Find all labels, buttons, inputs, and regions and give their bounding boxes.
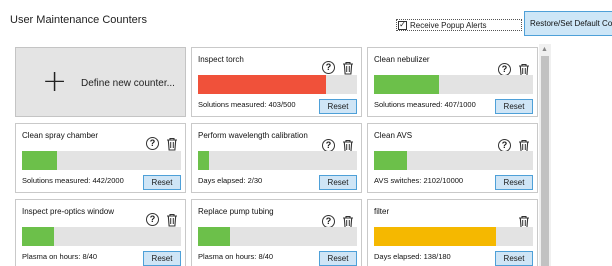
progress-bar [374, 151, 533, 170]
counter-status: Solutions measured: 403/500 [198, 100, 296, 109]
progress-bar [22, 227, 181, 246]
counter-card: filter Days elapsed: 138/180 Reset [367, 199, 538, 266]
counter-card: Inspect pre-optics window? Plasma on hour… [15, 199, 186, 266]
progress-bar [374, 75, 533, 94]
scrollbar-thumb[interactable] [541, 56, 549, 266]
progress-bar [198, 75, 357, 94]
reset-button[interactable]: Reset [495, 99, 533, 114]
define-new-counter-card[interactable]: + Define new counter... [15, 47, 186, 117]
counter-title: Clean AVS [374, 131, 413, 140]
define-new-counter-label: Define new counter... [81, 78, 175, 89]
question-circle-icon[interactable]: ? [146, 137, 159, 150]
counter-card: Clean spray chamber? Solutions measured: … [15, 123, 186, 193]
trash-icon[interactable] [166, 213, 178, 227]
counter-status: Plasma on hours: 8/40 [22, 252, 98, 261]
reset-button[interactable]: Reset [319, 251, 357, 266]
page-title: User Maintenance Counters [10, 14, 147, 26]
reset-button[interactable]: Reset [319, 175, 357, 190]
reset-button[interactable]: Reset [319, 99, 357, 114]
trash-icon[interactable] [342, 61, 354, 75]
progress-fill [374, 227, 496, 246]
chevron-up-icon[interactable]: ▲ [541, 46, 548, 53]
restore-default-counters-button[interactable]: Restore/Set Default Counters [524, 11, 612, 36]
progress-fill [374, 75, 439, 94]
counter-status: Days elapsed: 2/30 [198, 176, 263, 185]
counter-card: Inspect torch? Solutions measured: 403/50… [191, 47, 362, 117]
progress-bar [198, 151, 357, 170]
counter-title: Perform wavelength calibration [198, 131, 308, 140]
progress-bar [374, 227, 533, 246]
progress-fill [198, 151, 209, 170]
counter-title: Clean spray chamber [22, 131, 99, 140]
counter-card: Perform wavelength calibration? Days elap… [191, 123, 362, 193]
counter-status: Solutions measured: 407/1000 [374, 100, 476, 109]
receive-popup-alerts-checkbox[interactable]: ✓ Receive Popup Alerts [396, 19, 522, 31]
reset-button[interactable]: Reset [143, 175, 181, 190]
counter-title: Replace pump tubing [198, 207, 274, 216]
plus-icon: + [42, 64, 68, 99]
counter-card: Replace pump tubing? Plasma on hours: 8/4… [191, 199, 362, 266]
counter-card: Clean AVS? AVS switches: 2102/10000 Reset [367, 123, 538, 193]
progress-fill [374, 151, 408, 170]
counter-status: AVS switches: 2102/10000 [374, 176, 464, 185]
reset-button[interactable]: Reset [495, 175, 533, 190]
progress-fill [198, 227, 230, 246]
question-circle-icon[interactable]: ? [146, 213, 159, 226]
counter-card: Clean nebulizer? Solutions measured: 407/… [367, 47, 538, 117]
reset-button[interactable]: Reset [143, 251, 181, 266]
counter-title: Inspect torch [198, 55, 244, 64]
progress-fill [198, 75, 327, 94]
progress-bar [198, 227, 357, 246]
vertical-scrollbar[interactable]: ▲ [539, 44, 551, 266]
receive-popup-alerts-label: Receive Popup Alerts [410, 20, 487, 30]
checkbox-check-icon[interactable]: ✓ [398, 20, 407, 30]
progress-fill [22, 227, 54, 246]
counter-status: Solutions measured: 442/2000 [22, 176, 124, 185]
counter-title: filter [374, 207, 390, 216]
trash-icon[interactable] [166, 137, 178, 151]
reset-button[interactable]: Reset [495, 251, 533, 266]
progress-fill [22, 151, 58, 170]
counter-title: Clean nebulizer [374, 55, 430, 64]
progress-bar [22, 151, 181, 170]
counter-status: Days elapsed: 138/180 [374, 252, 451, 261]
question-circle-icon[interactable]: ? [322, 61, 335, 74]
counter-title: Inspect pre-optics window [22, 207, 115, 216]
counter-status: Plasma on hours: 8/40 [198, 252, 274, 261]
